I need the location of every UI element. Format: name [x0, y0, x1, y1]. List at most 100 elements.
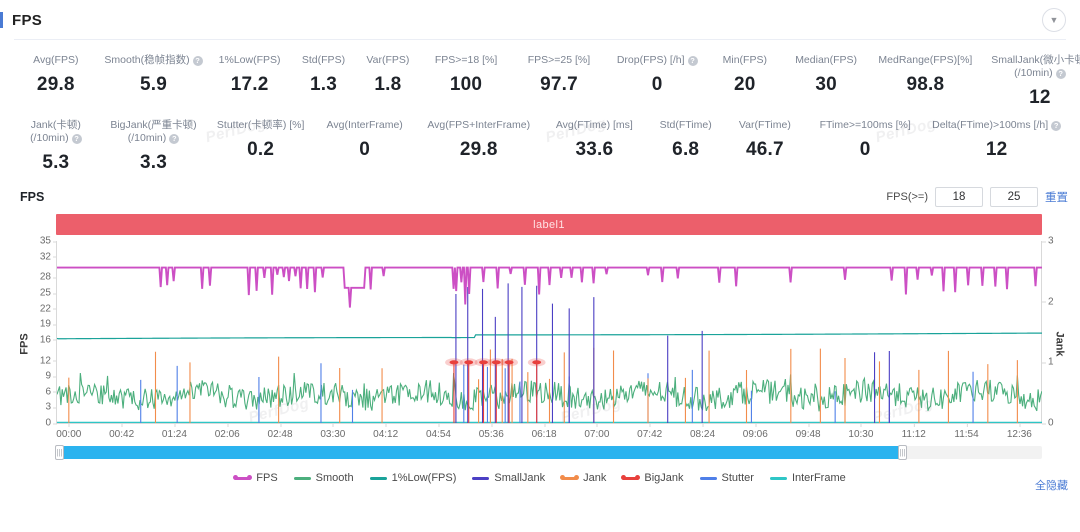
- chart-canvas: [57, 241, 1042, 423]
- y-axis-tick: 0: [45, 418, 57, 429]
- series-1pct-low: [57, 333, 1042, 339]
- metric-label: Var(FPS): [366, 54, 409, 67]
- metric-label: Avg(FPS): [33, 54, 78, 67]
- metric-label: Median(FPS): [795, 54, 857, 67]
- legend-item-smooth[interactable]: Smooth: [293, 472, 354, 484]
- metric-label-line1: MedRange(FPS)[%]: [878, 54, 973, 66]
- metric-value: 12: [1029, 87, 1051, 108]
- fps-min-input[interactable]: [935, 187, 983, 207]
- y-axis-tick: 16: [40, 334, 58, 345]
- metric-value: 0.2: [247, 139, 275, 160]
- chevron-down-icon[interactable]: ▼: [1042, 8, 1066, 32]
- metric-value: 5.9: [139, 74, 167, 95]
- metric-card: Delta(FTime)>100ms [/h]? 12: [925, 115, 1068, 167]
- metric-label: BigJank(严重卡顿) (/10min)?: [102, 119, 206, 145]
- y2-axis-tick: 2: [1042, 296, 1054, 307]
- plot-wrapper: FPS Jank 0 3 6 9 12 16 19 22 25 28 32 35 0 1 2 3 00:00 00…: [12, 236, 1068, 446]
- x-axis-tick: 05:36: [479, 423, 504, 440]
- metric-card: 1%Low(FPS) 17.2: [207, 50, 291, 102]
- metric-label: Min(FPS): [723, 54, 767, 67]
- x-axis-tick: 06:18: [532, 423, 557, 440]
- metric-card: Drop(FPS) [/h]? 0: [606, 50, 707, 102]
- metric-value: 12: [985, 139, 1008, 160]
- metric-value: 1.8: [374, 74, 402, 95]
- metric-label: Avg(FTime) [ms]: [556, 119, 633, 132]
- metric-value: 98.8: [906, 74, 945, 95]
- metric-label-line1: Stutter(卡顿率) [%]: [216, 119, 305, 131]
- legend-item-1-low-fps[interactable]: 1%Low(FPS): [369, 472, 456, 484]
- metric-card: Var(FTime) 46.7: [725, 115, 805, 167]
- bigjank-marker[interactable]: [479, 360, 488, 365]
- legend-color-swatch: [769, 476, 787, 480]
- range-slider-fill: [56, 446, 904, 459]
- metric-label-line1: BigJank(严重卡顿): [110, 119, 197, 131]
- fps-threshold-filter: FPS(>=) 重置: [886, 187, 1068, 207]
- x-axis-tick: 02:06: [215, 423, 240, 440]
- metric-value: 0: [651, 74, 663, 95]
- metric-card: SmallJank(微小卡顿) (/10min)? 12: [980, 50, 1080, 115]
- range-slider-handle-left[interactable]: |||: [55, 445, 64, 460]
- x-axis-tick: 02:48: [268, 423, 293, 440]
- y-axis-tick: 3: [45, 402, 57, 413]
- metric-label-line1: Var(FTime): [738, 119, 791, 131]
- bigjank-marker[interactable]: [532, 360, 542, 365]
- plot-area[interactable]: 0 3 6 9 12 16 19 22 25 28 32 35 0 1 2 3 00:00 00:42 01:24 0…: [40, 236, 1054, 441]
- help-icon[interactable]: ?: [1055, 69, 1066, 79]
- bigjank-marker[interactable]: [491, 360, 501, 365]
- metric-card: Min(FPS) 20: [708, 50, 782, 102]
- chart-legend: FPS Smooth 1%Low(FPS) SmallJank Jank BigJank S…: [12, 465, 1068, 493]
- bigjank-marker[interactable]: [504, 360, 514, 365]
- help-icon[interactable]: ?: [71, 134, 82, 144]
- legend-item-jank[interactable]: Jank: [560, 472, 607, 484]
- label-band[interactable]: label1: [56, 214, 1042, 235]
- y2-axis-tick: 3: [1042, 236, 1054, 247]
- bigjank-marker[interactable]: [449, 360, 459, 365]
- y2-axis-tick: 0: [1042, 418, 1054, 429]
- help-icon[interactable]: ?: [687, 55, 698, 66]
- series-fps: [57, 268, 1042, 308]
- chart-range-slider[interactable]: ||| |||: [55, 445, 1042, 460]
- legend-item-interframe[interactable]: InterFrame: [769, 472, 846, 484]
- legend-label: Jank: [583, 472, 607, 484]
- x-axis-tick: 00:42: [109, 423, 134, 440]
- metric-card: MedRange(FPS)[%] 98.8: [870, 50, 980, 102]
- help-icon[interactable]: ?: [1051, 120, 1062, 131]
- legend-item-bigjank[interactable]: BigJank: [621, 472, 684, 484]
- metric-label: MedRange(FPS)[%]: [878, 54, 972, 67]
- help-icon[interactable]: ?: [192, 55, 203, 66]
- metric-card: Avg(FTime) [ms] 33.6: [542, 115, 647, 167]
- legend-color-swatch: [233, 475, 253, 480]
- reset-link[interactable]: 重置: [1045, 189, 1068, 205]
- range-slider-handle-right[interactable]: |||: [897, 445, 907, 460]
- metrics-row-2: Jank(卡顿) (/10min)? 5.3 BigJank(严重卡顿) (/10min…: [12, 115, 1068, 180]
- metric-label-line1: Std(FTime): [659, 119, 712, 131]
- legend-color-swatch: [472, 476, 490, 480]
- legend-color-swatch: [560, 475, 580, 480]
- metric-label-line1: Drop(FPS) [/h]: [616, 54, 685, 66]
- metric-label: Stutter(卡顿率) [%]: [217, 119, 305, 132]
- legend-color-swatch: [621, 475, 641, 480]
- x-axis-tick: 09:48: [796, 423, 821, 440]
- metric-card: Avg(FPS) 29.8: [12, 50, 100, 102]
- metric-label-line1: Std(FPS): [301, 54, 346, 66]
- bigjank-marker[interactable]: [464, 360, 474, 365]
- legend-item-stutter[interactable]: Stutter: [699, 472, 754, 484]
- label-band-text: label1: [533, 218, 565, 231]
- metric-value: 97.7: [540, 74, 578, 95]
- legend-item-smalljank[interactable]: SmallJank: [472, 472, 545, 484]
- metric-label-line1: Avg(FPS): [33, 54, 79, 66]
- x-axis-tick: 07:42: [637, 423, 662, 440]
- hide-all-link[interactable]: 全隐藏: [1035, 477, 1068, 493]
- help-icon[interactable]: ?: [169, 134, 180, 144]
- metric-card: Std(FPS) 1.3: [292, 50, 355, 102]
- legend-label: BigJank: [644, 472, 684, 484]
- x-axis-tick: 12:36: [1007, 423, 1032, 440]
- series-smalljank: [456, 283, 889, 423]
- metric-card: BigJank(严重卡顿) (/10min)? 3.3: [100, 115, 208, 180]
- legend-item-fps[interactable]: FPS: [233, 472, 278, 484]
- metric-label: Drop(FPS) [/h]?: [617, 54, 698, 67]
- fps-max-input[interactable]: [990, 187, 1038, 207]
- metric-label: FPS>=25 [%]: [528, 54, 590, 67]
- fps-chart-panel: FPS FPS(>=) 重置 label1 FPS Jank 036912161…: [0, 184, 1080, 493]
- metric-label-line1: FPS>=25 [%]: [527, 54, 591, 66]
